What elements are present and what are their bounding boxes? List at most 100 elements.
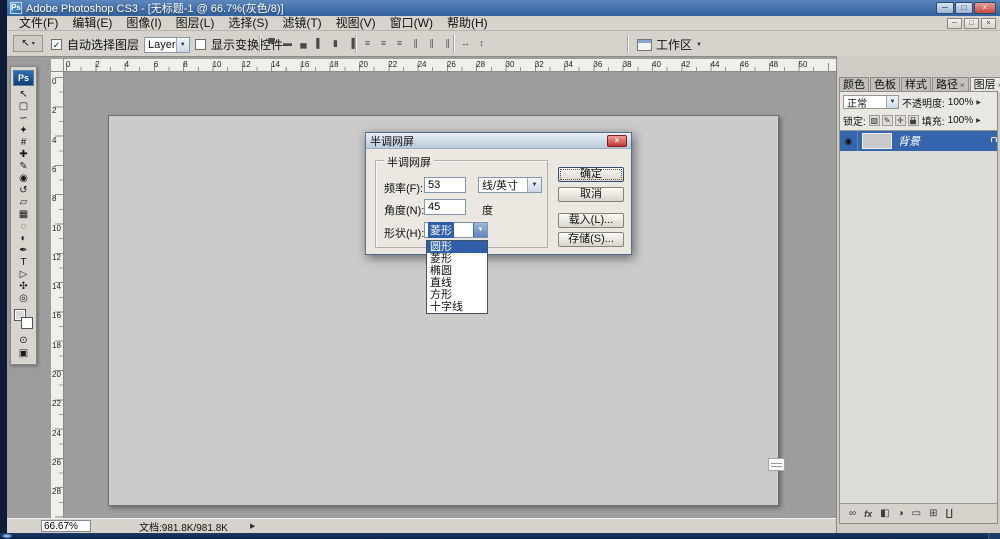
menu-item-file[interactable]: 文件(F) [12,16,65,31]
layer-style-icon[interactable]: fx [864,509,872,519]
menu-item-help[interactable]: 帮助(H) [440,16,495,31]
distribute-left-edges-icon[interactable]: ∥ [409,37,422,50]
panel-tab-swatches[interactable]: 色板 [870,77,900,92]
add-layer-mask-icon[interactable]: ◧ [880,508,889,519]
magic-wand-tool[interactable]: ✦ [12,125,35,137]
panel-tab-color[interactable]: 颜色 [839,77,869,92]
dialog-close-button[interactable]: × [607,134,627,147]
angle-input[interactable] [424,199,466,215]
show-desktop-button[interactable] [988,533,1000,539]
align-bottom-edges-icon[interactable]: ▄ [297,37,310,50]
maximize-button[interactable]: □ [955,2,973,14]
distribute-horizontal-centers-icon[interactable]: ∥ [425,37,438,50]
shape-option[interactable]: 菱形 [427,253,487,265]
ok-button[interactable]: 确定 [558,167,624,182]
shape-option[interactable]: 十字线 [427,301,487,313]
move-tool[interactable]: ↖ [12,89,35,101]
background-color-swatch[interactable] [20,317,33,329]
fill-arrow-icon[interactable]: ▶ [976,117,981,124]
menu-item-select[interactable]: 选择(S) [221,16,275,31]
layer-row-background[interactable]: ◉ 背景 [840,131,997,151]
new-layer-icon[interactable]: ⊞ [929,508,937,519]
layer-visibility-toggle[interactable]: ◉ [840,131,858,151]
history-brush-tool[interactable]: ↺ [12,185,35,197]
healing-brush-tool[interactable]: ✚ [12,149,35,161]
fill-value[interactable]: 100% [948,115,974,126]
lasso-tool[interactable]: ∽ [12,113,35,125]
chevron-down-icon[interactable]: ▼ [175,37,190,52]
align-top-edges-icon[interactable]: ▀ [265,37,278,50]
menu-item-image[interactable]: 图像(I) [119,16,168,31]
shape-option[interactable]: 椭圆 [427,265,487,277]
eraser-tool[interactable]: ▱ [12,197,35,209]
dialog-titlebar[interactable]: 半调网屏 × [366,133,631,149]
auto-select-scope-select[interactable]: Layer ▼ [144,36,191,53]
opacity-arrow-icon[interactable]: ▶ [976,99,981,106]
path-selection-tool[interactable]: ▷ [12,269,35,281]
distribute-vertical-centers-icon[interactable]: ≡ [377,37,390,50]
zoom-tool[interactable]: ◎ [12,293,35,305]
screen-mode-button[interactable]: ▣ [12,347,35,360]
color-swatches[interactable] [12,308,36,332]
dodge-tool[interactable]: ◐ [12,233,35,245]
shape-option[interactable]: 方形 [427,289,487,301]
close-button[interactable]: × [974,2,996,14]
shape-option[interactable]: 圆形 [427,241,487,253]
menu-item-window[interactable]: 窗口(W) [383,16,440,31]
shape-select[interactable]: 菱形 ▼ [424,222,488,238]
blur-tool[interactable]: ◌ [12,221,35,233]
show-transform-controls-checkbox[interactable] [195,39,207,50]
lock-position-icon[interactable]: ✛ [894,115,906,126]
doc-minimize-button[interactable]: ─ [947,17,962,29]
frequency-unit-select[interactable]: 线/英寸 ▼ [478,177,542,193]
chevron-down-icon[interactable]: ▼ [473,223,487,237]
panel-tab-styles[interactable]: 样式 [901,77,931,92]
type-tool[interactable]: T [12,257,35,269]
chevron-down-icon[interactable]: ▼ [886,96,898,108]
distribute-horizontal-space-icon[interactable]: ↔ [459,37,472,50]
panel-tab-layers[interactable]: 图层× [969,77,1000,92]
pen-tool[interactable]: ✒ [12,245,35,257]
minimize-button[interactable]: ─ [936,2,954,14]
distribute-top-edges-icon[interactable]: ≡ [361,37,374,50]
delete-layer-icon[interactable]: ∐ [946,508,954,519]
menu-item-view[interactable]: 视图(V) [329,16,383,31]
link-layers-icon[interactable]: ∞ [849,508,856,519]
brush-tool[interactable]: ✎ [12,161,35,173]
load-button[interactable]: 载入(L)... [558,213,624,228]
align-left-edges-icon[interactable]: ▌ [313,37,326,50]
frequency-input[interactable] [424,177,466,193]
align-vertical-centers-icon[interactable]: ▬ [281,37,294,50]
save-button[interactable]: 存储(S)... [558,232,624,247]
distribute-vertical-space-icon[interactable]: ↕ [475,37,488,50]
align-horizontal-centers-icon[interactable]: ▮ [329,37,342,50]
distribute-bottom-edges-icon[interactable]: ≡ [393,37,406,50]
doc-restore-button[interactable]: □ [964,17,979,29]
tool-preset-picker[interactable]: ↖ ▾ [13,35,43,52]
doc-close-button[interactable]: × [981,17,996,29]
menu-item-filter[interactable]: 滤镜(T) [275,16,328,31]
crop-tool[interactable]: # [12,137,35,149]
lock-pixels-icon[interactable]: ✎ [881,115,893,126]
panel-tab-paths[interactable]: 路径 × [932,77,969,92]
zoom-input[interactable] [41,520,91,532]
adjustment-layer-icon[interactable]: ◑ [898,508,904,519]
layer-group-icon[interactable]: ▭ [912,508,921,519]
menu-item-layer[interactable]: 图层(L) [169,16,222,31]
shape-option[interactable]: 直线 [427,277,487,289]
status-menu-arrow-icon[interactable]: ▶ [250,522,255,530]
quick-mask-button[interactable]: ⊙ [12,334,35,347]
align-right-edges-icon[interactable]: ▐ [345,37,358,50]
layer-thumbnail[interactable] [862,133,892,149]
opacity-value[interactable]: 100% [948,97,974,108]
gradient-tool[interactable]: ▦ [12,209,35,221]
clone-stamp-tool[interactable]: ◉ [12,173,35,185]
tab-close-icon[interactable]: × [960,79,965,92]
chevron-down-icon[interactable]: ▼ [527,178,541,192]
hand-tool[interactable]: ✣ [12,281,35,293]
cancel-button[interactable]: 取消 [558,187,624,202]
rectangular-marquee-tool[interactable]: ▢ [12,101,35,113]
lock-transparency-icon[interactable]: ▨ [868,115,880,126]
auto-select-layer-checkbox[interactable]: ✓ [51,39,62,50]
blend-mode-select[interactable]: 正常 ▼ [843,95,899,110]
